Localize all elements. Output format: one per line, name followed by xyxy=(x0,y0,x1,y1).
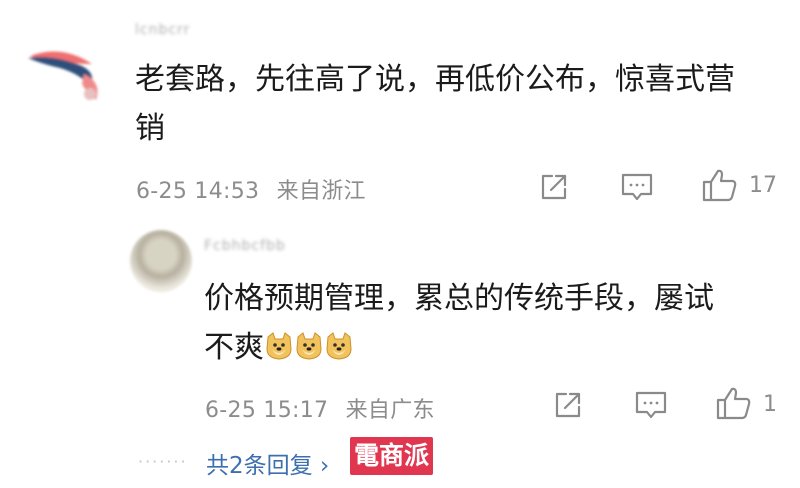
comment-icon[interactable] xyxy=(620,171,654,203)
doge-emoji-group xyxy=(264,330,354,365)
watermark-logo: 電商派 xyxy=(350,437,434,475)
comment-text-line: 老套路，先往高了说，再低价公布，惊喜式营 xyxy=(135,62,735,97)
chevron-right-icon: › xyxy=(319,453,330,479)
view-replies-label: 共2条回复 xyxy=(206,453,313,479)
reply-text-line: 价格预期管理，累总的传统手段，屡试 xyxy=(204,281,714,316)
avatar[interactable] xyxy=(130,230,192,292)
avatar[interactable] xyxy=(22,34,108,110)
comment-text: 老套路，先往高了说，再低价公布，惊喜式营 销 xyxy=(135,55,735,153)
thumbs-up-icon[interactable] xyxy=(716,386,752,420)
like-count: 17 xyxy=(749,173,777,198)
reply-meta: 6-25 15:17 来自广东 xyxy=(205,392,435,424)
reply-location: 来自广东 xyxy=(345,398,435,423)
username[interactable]: lcnbcrr xyxy=(135,22,190,38)
reply-text-line: 不爽 xyxy=(204,323,714,372)
username[interactable]: Fcbhbcfbb xyxy=(204,238,286,254)
comment-text-line: 销 xyxy=(135,111,165,146)
comment-date: 6-25 14:53 xyxy=(136,179,260,204)
view-replies-link[interactable]: 共2条回复 › xyxy=(206,446,329,480)
comment-location: 来自浙江 xyxy=(276,179,366,204)
like-count: 1 xyxy=(763,392,777,417)
reply-text-line2: 不爽 xyxy=(204,330,264,365)
doge-emoji xyxy=(296,332,322,360)
doge-emoji xyxy=(266,332,292,360)
comment-icon[interactable] xyxy=(634,389,668,421)
share-icon[interactable] xyxy=(552,389,584,421)
comment-meta: 6-25 14:53 来自浙江 xyxy=(136,173,366,205)
thumbs-up-icon[interactable] xyxy=(702,168,738,202)
reply-text: 价格预期管理，累总的传统手段，屡试 不爽 xyxy=(204,274,714,372)
share-icon[interactable] xyxy=(538,171,570,203)
doge-emoji xyxy=(326,332,352,360)
reply-date: 6-25 15:17 xyxy=(205,398,329,423)
divider-dots: ······· xyxy=(138,452,188,471)
